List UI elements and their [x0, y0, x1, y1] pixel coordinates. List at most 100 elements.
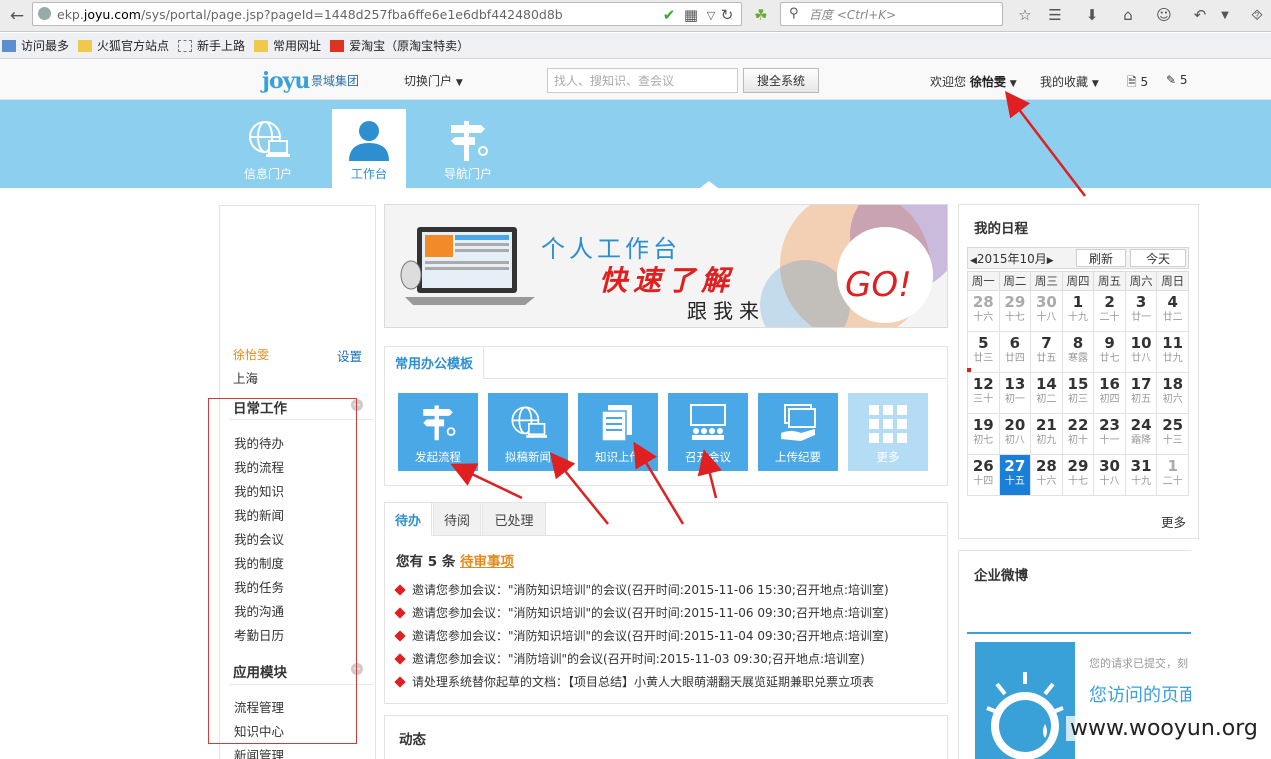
calendar-day[interactable]: 30 十八 [1030, 290, 1063, 332]
calendar-day[interactable]: 16 初四 [1093, 372, 1126, 414]
chevron-left-icon[interactable]: ◀ [970, 256, 977, 266]
bookmark-common-sites[interactable]: 常用网址 [254, 37, 321, 54]
calendar-day-today[interactable]: 27 十五 [998, 454, 1032, 496]
calendar-day[interactable]: 30 十八 [1093, 454, 1126, 496]
bookmark-firefox-site[interactable]: 火狐官方站点 [78, 37, 169, 54]
bookmark-label: 新手上路 [197, 39, 246, 53]
extension-icon[interactable]: ☘ [750, 4, 772, 26]
crop-icon[interactable]: ⯑ [1246, 4, 1268, 26]
tab-processed[interactable]: 已处理 [482, 502, 546, 536]
browser-search-input[interactable]: ⚲ 百度 <Ctrl+K> [780, 2, 1003, 26]
start-flow-button[interactable]: 发起流程 [398, 393, 478, 471]
calendar-day[interactable]: 14 初二 [1030, 372, 1063, 414]
undo-icon[interactable]: ↶ [1189, 4, 1211, 26]
calendar-more-link[interactable]: 更多 [1161, 512, 1186, 531]
calendar-day[interactable]: 18 初六 [1156, 372, 1189, 414]
task-item[interactable]: 请处理系统替你起草的文档：【项目总结】小黄人大眼萌潮翻天展览延期兼职兑票立项表 [394, 673, 874, 690]
weekday-header: 周日 [1156, 271, 1189, 291]
calendar-day[interactable]: 1 二十 [1156, 454, 1189, 496]
calendar-day[interactable]: 17 初五 [1124, 372, 1158, 414]
calendar-day[interactable]: 13 初一 [998, 372, 1032, 414]
sidebar-item-news-management[interactable]: 新闻管理 [234, 745, 284, 759]
favorites-menu[interactable]: 我的收藏 ▼ [1040, 73, 1099, 90]
calendar-day[interactable]: 25 十三 [1156, 413, 1189, 455]
menu-caret-icon[interactable]: ▼ [1214, 4, 1236, 26]
calendar-day[interactable]: 22 初十 [1061, 413, 1095, 455]
shield-icon[interactable]: ✔ [658, 4, 680, 26]
calendar-day[interactable]: 15 初三 [1061, 372, 1095, 414]
task-item[interactable]: 邀请您参加会议："消防知识培训"的会议(召开时间:2015-11-06 15:3… [394, 581, 889, 598]
url-bar[interactable]: ekp. joyu.com/sys/portal/page.jsp?pageId=… [32, 2, 742, 26]
documents-counter[interactable]: 🗎 5 [1127, 73, 1148, 94]
hold-meeting-button[interactable]: 召开会议 [668, 393, 748, 471]
sidebar-username[interactable]: 徐怡雯 [233, 346, 269, 363]
tasks-counter[interactable]: ✎ 5 [1166, 73, 1188, 87]
calendar-day[interactable]: 8 寒露 [1061, 331, 1095, 373]
tab-to-read[interactable]: 待阅 [433, 502, 481, 536]
calendar-day[interactable]: 3 廿一 [1124, 290, 1158, 332]
user-menu[interactable]: 欢迎您 徐怡雯 ▼ [930, 73, 1017, 90]
reading-list-icon[interactable]: ☰ [1044, 4, 1066, 26]
calendar-day[interactable]: 7 廿五 [1030, 331, 1063, 373]
search-all-button[interactable]: 搜全系统 [743, 68, 819, 93]
workbench-banner[interactable]: 个人工作台 快速了解 跟我来 GO! [384, 204, 948, 328]
calendar-day[interactable]: 26 十四 [967, 454, 1000, 496]
calendar-day[interactable]: 28 十六 [967, 290, 1000, 332]
calendar-day[interactable]: 9 廿七 [1093, 331, 1126, 373]
portal-label: 导航门户 [443, 167, 492, 181]
calendar-day[interactable]: 24 霜降 [1124, 413, 1158, 455]
calendar-day[interactable]: 19 初七 [967, 413, 1000, 455]
calendar-day[interactable]: 2 二十 [1093, 290, 1126, 332]
global-search-input[interactable]: 找人、搜知识、查会议 [547, 68, 738, 93]
calendar-today-button[interactable]: 今天 [1130, 249, 1186, 267]
chevron-right-icon[interactable]: ▶ [1047, 256, 1054, 266]
task-item[interactable]: 邀请您参加会议："消防培训"的会议(召开时间:2015-11-03 09:30;… [394, 650, 865, 667]
calendar-day[interactable]: 28 十六 [1030, 454, 1063, 496]
upload-minutes-button[interactable]: 上传纪要 [758, 393, 838, 471]
draft-news-button[interactable]: 拟稿新闻 [488, 393, 568, 471]
portal-info[interactable]: 信息门户 [231, 109, 305, 188]
reload-icon[interactable]: ↻ [716, 4, 738, 26]
task-item[interactable]: 邀请您参加会议："消防知识培训"的会议(召开时间:2015-11-04 09:3… [394, 627, 889, 644]
calendar-day[interactable]: 1 十九 [1061, 290, 1095, 332]
pending-items-link[interactable]: 待审事项 [460, 554, 514, 570]
back-icon[interactable]: ← [2, 2, 32, 30]
calendar-day[interactable]: 10 廿八 [1124, 331, 1158, 373]
calendar-day[interactable]: 12 三十 [967, 372, 1000, 414]
calendar-day[interactable]: 20 初八 [998, 413, 1032, 455]
bookmark-most-visited[interactable]: 访问最多 [2, 37, 69, 54]
star-icon[interactable]: ☆ [1014, 4, 1036, 26]
bookmark-taobao[interactable]: 爱淘宝（原淘宝特卖） [330, 37, 469, 54]
calendar-day[interactable]: 11 廿九 [1156, 331, 1189, 373]
tab-pending[interactable]: 待办 [384, 502, 432, 536]
settings-link[interactable]: 设置 [337, 346, 362, 365]
portal-bar [0, 100, 1271, 188]
more-templates-button[interactable]: 更多 [848, 393, 928, 471]
tab-templates[interactable]: 常用办公模板 [384, 346, 484, 379]
download-icon[interactable]: ⬇ [1081, 4, 1103, 26]
calendar-day[interactable]: 23 十一 [1093, 413, 1126, 455]
calendar-day[interactable]: 6 廿四 [998, 331, 1032, 373]
calendar-month-nav[interactable]: ◀2015年10月▶ [970, 250, 1054, 267]
upload-knowledge-button[interactable]: 知识上传 [578, 393, 658, 471]
calendar-refresh-button[interactable]: 刷新 [1076, 249, 1126, 267]
calendar-day[interactable]: 4 廿二 [1156, 290, 1189, 332]
portal-navigation[interactable]: 导航门户 [431, 109, 505, 188]
home-icon[interactable]: ⌂ [1117, 4, 1139, 26]
calendar-day[interactable]: 29 十七 [1061, 454, 1095, 496]
chat-icon[interactable]: ☺ [1153, 4, 1175, 26]
folder-icon [254, 39, 269, 52]
lunar-day: 廿二 [1162, 312, 1183, 323]
calendar-day[interactable]: 21 初九 [1030, 413, 1063, 455]
calendar-day[interactable]: 31 十九 [1124, 454, 1158, 496]
bookmark-getting-started[interactable]: 新手上路 [178, 37, 245, 54]
task-item[interactable]: 邀请您参加会议："消防知识培训"的会议(召开时间:2015-11-06 09:3… [394, 604, 889, 621]
qr-icon[interactable]: ▦ [680, 4, 702, 26]
lunar-day: 十六 [973, 312, 994, 323]
calendar-day[interactable]: 5 廿三 [967, 331, 1000, 373]
calendar-day[interactable]: 29 十七 [998, 290, 1032, 332]
portal-workbench[interactable]: 工作台 [332, 109, 406, 188]
switch-portal-dropdown[interactable]: 切换门户 ▼ [404, 72, 463, 89]
logo[interactable]: joyu [262, 68, 310, 94]
day-number: 13 [1004, 375, 1026, 393]
